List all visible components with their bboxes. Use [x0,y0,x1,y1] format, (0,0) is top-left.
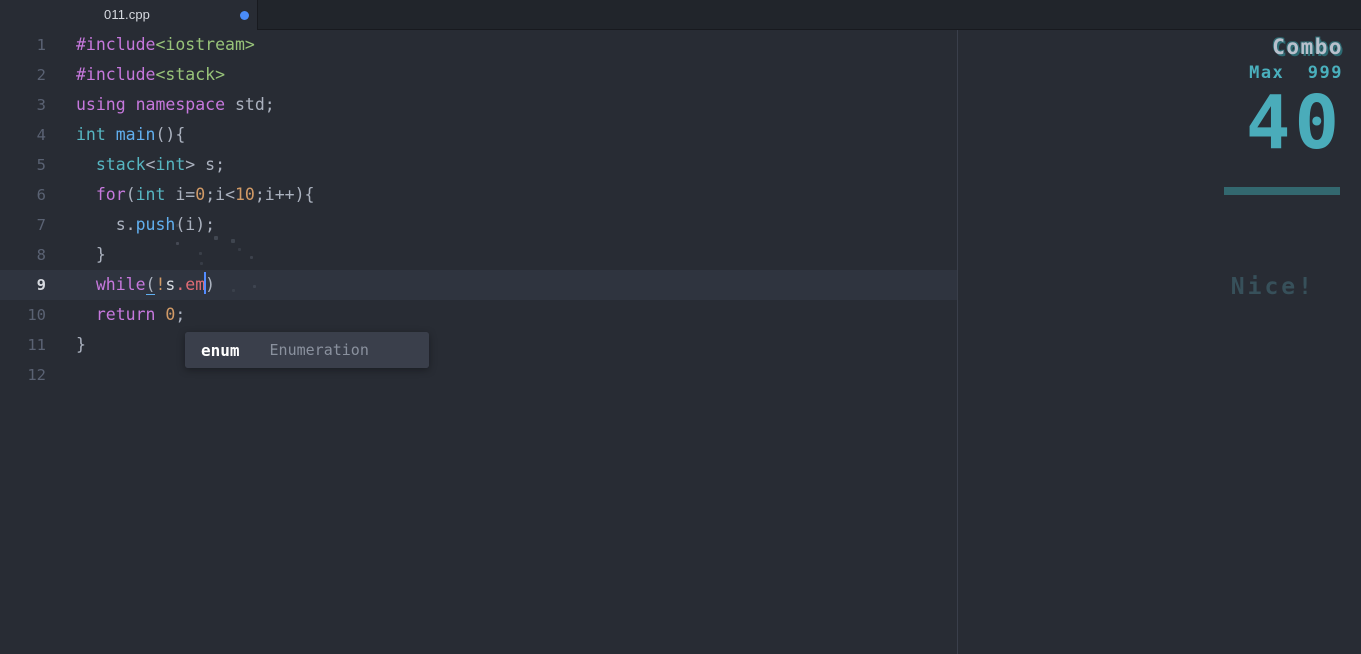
line-content: int main(){ [76,125,186,144]
unsaved-changes-dot-icon[interactable] [240,11,249,20]
line-number: 4 [36,126,46,144]
code-line[interactable]: 3 using namespace std; [0,90,957,120]
code-line[interactable]: 11 } [0,330,957,360]
line-content: stack<int> s; [95,155,226,174]
code-editor-pane[interactable]: 1 #include<iostream> 2 #include<stack> 3… [0,30,957,654]
line-number: 6 [36,186,46,204]
code-line[interactable]: 8 } [0,240,957,270]
autocomplete-item-detail: Enumeration [269,341,369,359]
line-number: 5 [36,156,46,174]
line-content: while(!s.em) [76,270,215,300]
code-line[interactable]: 1 #include<iostream> [0,30,957,60]
combo-progress-track [1224,187,1340,195]
combo-pane: Combo Max 999 40 Nice! [958,30,1361,654]
combo-progress-fill [1224,187,1340,195]
editor-tab-011-cpp[interactable]: 011.cpp [0,0,258,30]
code-line-active[interactable]: 9 while(!s.em) [0,270,957,300]
code-line[interactable]: 12 [0,360,957,390]
typing-particle [214,236,218,240]
combo-panel: Combo Max 999 40 [983,36,1343,160]
code-lines: 1 #include<iostream> 2 #include<stack> 3… [0,30,957,390]
code-line[interactable]: 5 stack<int> s; [0,150,957,180]
line-content: s.push(i); [76,215,216,234]
line-number: 10 [27,306,46,324]
line-content: } [76,335,86,354]
line-number: 2 [36,66,46,84]
praise-text: Nice! [1230,274,1315,300]
code-line[interactable]: 2 #include<stack> [0,60,957,90]
editor-window: 011.cpp 1 #include<iostream> 2 #include<… [0,0,1361,654]
autocomplete-item-label: enum [201,340,240,360]
line-content: for(int i=0;i<10;i++){ [95,185,315,204]
line-content: using namespace std; [76,95,275,114]
code-line[interactable]: 10 return 0; [0,300,957,330]
combo-count: 40 [1245,80,1343,166]
typing-particle [231,239,235,243]
line-number: 11 [27,336,46,354]
autocomplete-popup[interactable]: enum Enumeration [185,332,429,368]
line-content: return 0; [95,305,186,324]
typing-particle [176,224,179,227]
typing-particle [250,256,253,259]
typing-particle [176,242,179,245]
tab-label: 011.cpp [104,7,150,22]
line-number: 7 [36,216,46,234]
code-line[interactable]: 7 s.push(i); [0,210,957,240]
line-number: 9 [36,276,46,294]
line-number: 3 [36,96,46,114]
combo-title: Combo [1272,35,1343,59]
typing-particle [232,289,235,292]
typing-particle [238,248,241,251]
line-content: #include<stack> [76,65,226,84]
code-line[interactable]: 4 int main(){ [0,120,957,150]
line-content: } [76,245,106,264]
line-number: 8 [36,246,46,264]
line-number: 12 [27,366,46,384]
code-line[interactable]: 6 for(int i=0;i<10;i++){ [0,180,957,210]
autocomplete-item-enum[interactable]: enum Enumeration [185,332,429,368]
tab-bar: 011.cpp [0,0,1361,30]
typing-particle [199,252,202,255]
line-number: 1 [36,36,46,54]
typing-particle [200,262,203,265]
typing-particle [253,285,256,288]
line-content: #include<iostream> [76,35,255,54]
